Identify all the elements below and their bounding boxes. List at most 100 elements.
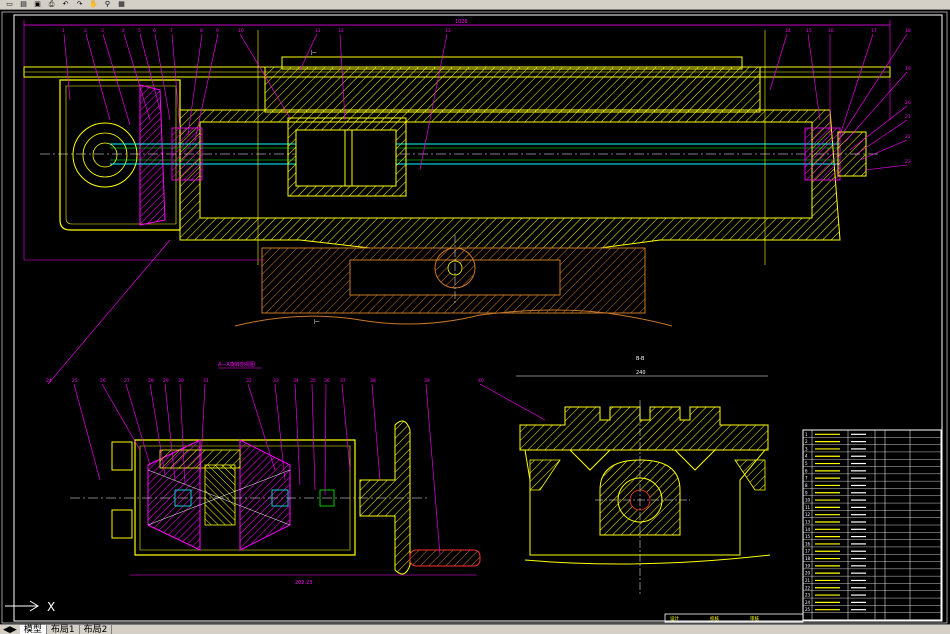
part-balloon: 14 bbox=[785, 28, 791, 34]
part-balloon: 25 bbox=[72, 378, 78, 384]
part-balloon: 35 bbox=[310, 378, 316, 384]
title-block-row-number: 11 bbox=[805, 505, 811, 510]
undo-icon[interactable]: ↶ bbox=[60, 0, 71, 8]
title-block-row-number: 3 bbox=[805, 446, 808, 451]
title-block-row-number: 7 bbox=[805, 476, 808, 481]
title-block-row-number: 21 bbox=[805, 578, 811, 583]
leader-line bbox=[101, 383, 141, 451]
part-balloon: 13 bbox=[445, 28, 451, 34]
open-icon[interactable]: ▤ bbox=[18, 0, 29, 8]
dim-top-length: 1026 bbox=[455, 19, 468, 25]
redo-icon[interactable]: ↷ bbox=[74, 0, 85, 8]
part-balloon: 2 bbox=[84, 28, 87, 34]
part-balloon: 12 bbox=[338, 28, 344, 34]
title-block-row-number: 5 bbox=[805, 461, 808, 466]
part-balloon: 26 bbox=[100, 378, 106, 384]
main-view: 10 2 6 ⊢ ⊢ bbox=[23, 19, 891, 327]
save-icon[interactable]: ▣ bbox=[32, 0, 43, 8]
title-block-row-number: 13 bbox=[805, 520, 811, 525]
drawing-canvas[interactable]: 1026 ⊢ ⊢ 1 2 3 4 5 6 7 8 9 10 11 12 13 1… bbox=[0, 10, 950, 624]
properties-icon[interactable]: ▦ bbox=[116, 0, 127, 8]
leader-line bbox=[839, 33, 908, 139]
section-marker-top: ⊢ bbox=[311, 49, 317, 57]
ucs-x-label: X bbox=[47, 600, 55, 614]
part-balloon: 23 bbox=[905, 159, 911, 165]
leader-line bbox=[311, 383, 316, 491]
section-marker-bottom: ⊢ bbox=[314, 318, 320, 326]
leader-line bbox=[47, 239, 171, 385]
tab-model[interactable]: 模型 bbox=[19, 625, 47, 634]
leader-line bbox=[294, 383, 301, 486]
section-a-view: A—A旋转剖视图 202.23 bbox=[70, 361, 481, 586]
leader-line bbox=[425, 383, 441, 556]
part-balloon: 39 bbox=[424, 378, 430, 384]
title-block-row-number: 18 bbox=[805, 556, 811, 561]
leader-line bbox=[479, 383, 546, 421]
title-block-sign-label: 审核 bbox=[750, 615, 759, 622]
part-balloon: 40 bbox=[478, 378, 484, 384]
section-a-title: A—A旋转剖视图 bbox=[218, 361, 255, 368]
part-balloon: 11 bbox=[315, 28, 321, 34]
part-balloon: 5 bbox=[138, 28, 141, 34]
part-balloon: 4 bbox=[122, 28, 125, 34]
title-block-row-number: 17 bbox=[805, 549, 811, 554]
toolbar: ▭ ▤ ▣ ⎙ ↶ ↷ ✋ ⚲ ▦ bbox=[0, 0, 950, 10]
part-balloon: 34 bbox=[293, 378, 299, 384]
leader-line bbox=[839, 33, 874, 136]
part-balloon: 10 bbox=[238, 28, 244, 34]
part-balloon: 9 bbox=[216, 28, 219, 34]
part-balloon: 36 bbox=[324, 378, 330, 384]
part-balloon: 17 bbox=[871, 28, 877, 34]
title-block-row-number: 22 bbox=[805, 585, 811, 590]
title-block-row-number: 12 bbox=[805, 512, 811, 517]
part-balloon: 29 bbox=[163, 378, 169, 384]
part-balloon: 31 bbox=[203, 378, 209, 384]
title-block-sign-label: 校核 bbox=[710, 615, 719, 622]
leader-line bbox=[125, 383, 151, 466]
part-balloon: 6 bbox=[153, 28, 156, 34]
part-balloon: 8 bbox=[200, 28, 203, 34]
leader-line bbox=[341, 383, 351, 471]
part-balloon: 22 bbox=[905, 134, 911, 140]
part-balloon: 33 bbox=[273, 378, 279, 384]
section-b-label: B-B bbox=[636, 356, 645, 362]
ucs-icon: X bbox=[5, 600, 55, 614]
leader-line bbox=[859, 139, 908, 161]
title-block-row-number: 1 bbox=[805, 432, 808, 437]
part-balloon: 24 bbox=[46, 378, 52, 384]
title-block-row-number: 16 bbox=[805, 541, 811, 546]
tab-nav-arrows[interactable]: ◀▶ bbox=[0, 625, 20, 634]
title-block-row-number: 9 bbox=[805, 490, 808, 495]
title-block-row-number: 19 bbox=[805, 563, 811, 568]
title-block-sign-label: 设计 bbox=[670, 615, 679, 622]
title-block-row-number: 14 bbox=[805, 527, 811, 532]
part-balloon: 21 bbox=[905, 114, 911, 120]
part-balloon: 16 bbox=[828, 28, 834, 34]
print-icon[interactable]: ⎙ bbox=[46, 0, 57, 8]
part-balloon: 20 bbox=[905, 100, 911, 106]
part-balloon: 19 bbox=[905, 66, 911, 72]
part-balloon: 15 bbox=[806, 28, 812, 34]
title-block-row-number: 4 bbox=[805, 454, 808, 459]
tab-layout-1[interactable]: 布局1 bbox=[46, 625, 80, 634]
title-block-row-number: 15 bbox=[805, 534, 811, 539]
part-balloon: 1 bbox=[62, 28, 65, 34]
dim-bottom: 202.23 bbox=[295, 580, 313, 586]
leader-line bbox=[371, 383, 381, 481]
part-balloon: 30 bbox=[178, 378, 184, 384]
leader-line bbox=[769, 33, 788, 91]
title-block-row-number: 6 bbox=[805, 468, 808, 473]
title-block-row-number: 10 bbox=[805, 498, 811, 503]
title-block-row-number: 23 bbox=[805, 593, 811, 598]
section-b-view: B-B 240 bbox=[516, 356, 771, 595]
pan-icon[interactable]: ✋ bbox=[88, 0, 99, 8]
title-block-row-number: 25 bbox=[805, 607, 811, 612]
tab-layout-2[interactable]: 布局2 bbox=[79, 625, 113, 634]
dim-bb-width: 240 bbox=[636, 370, 646, 376]
cad-window: ▭ ▤ ▣ ⎙ ↶ ↷ ✋ ⚲ ▦ 1026 ⊢ ⊢ 1 2 3 4 5 6 7… bbox=[0, 0, 950, 634]
title-block-row-number: 24 bbox=[805, 600, 811, 605]
zoom-icon[interactable]: ⚲ bbox=[102, 0, 113, 8]
part-balloon: 37 bbox=[340, 378, 346, 384]
part-balloon: 28 bbox=[148, 378, 154, 384]
new-file-icon[interactable]: ▭ bbox=[4, 0, 15, 8]
